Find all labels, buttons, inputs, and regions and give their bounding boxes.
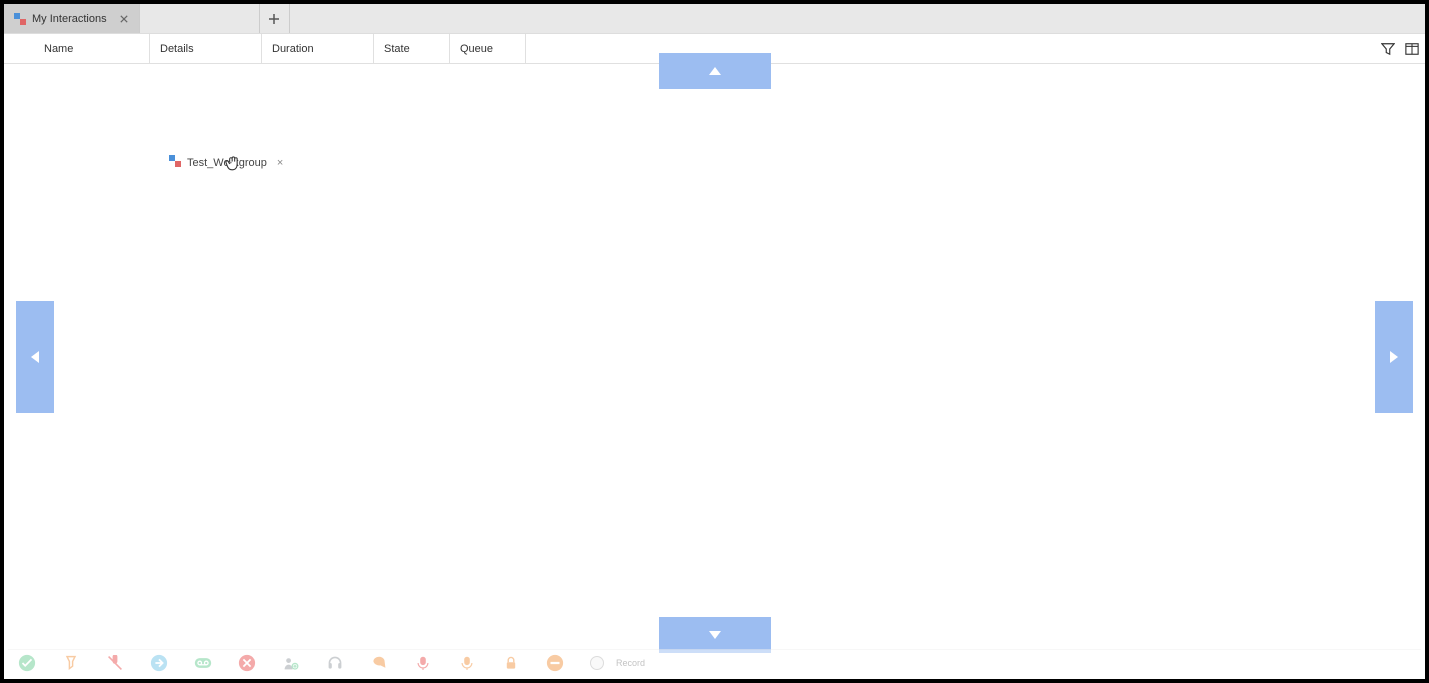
transfer-icon[interactable]: [150, 654, 168, 672]
record-indicator: [590, 656, 604, 670]
dock-bottom-button[interactable]: [659, 617, 771, 653]
pickup-icon[interactable]: [18, 654, 36, 672]
voicemail-icon[interactable]: [194, 654, 212, 672]
columns-icon[interactable]: [1403, 40, 1421, 58]
close-icon[interactable]: [119, 14, 129, 24]
record-icon[interactable]: [414, 654, 432, 672]
column-header-name[interactable]: Name: [4, 34, 150, 63]
add-tab-button[interactable]: [260, 4, 290, 33]
record-label: Record: [616, 658, 645, 668]
column-header-details[interactable]: Details: [150, 34, 262, 63]
column-label: Queue: [460, 43, 493, 55]
tab-empty-slot: [140, 4, 260, 33]
tab-label: My Interactions: [32, 13, 107, 25]
mute-icon[interactable]: [106, 654, 124, 672]
tab-bar: My Interactions: [4, 4, 1425, 34]
hold-icon[interactable]: [62, 654, 80, 672]
column-label: Name: [44, 43, 73, 55]
column-label: Duration: [272, 43, 314, 55]
pause-record-icon[interactable]: [458, 654, 476, 672]
dock-right-button[interactable]: [1375, 301, 1413, 413]
join-icon[interactable]: [282, 654, 300, 672]
interactions-icon: [14, 13, 26, 25]
listen-icon[interactable]: [326, 654, 344, 672]
interactions-icon: [169, 155, 181, 170]
close-icon[interactable]: ×: [277, 157, 283, 169]
disconnect-icon[interactable]: [238, 654, 256, 672]
column-header-queue[interactable]: Queue: [450, 34, 526, 63]
coach-icon[interactable]: [370, 654, 388, 672]
dnd-icon[interactable]: [546, 654, 564, 672]
column-label: Details: [160, 43, 194, 55]
tab-my-interactions[interactable]: My Interactions: [4, 4, 140, 33]
cursor-grab-icon: [223, 154, 243, 174]
bottom-toolbar: Record: [8, 649, 1421, 675]
dock-left-button[interactable]: [16, 301, 54, 413]
column-header-state[interactable]: State: [374, 34, 450, 63]
dock-top-button[interactable]: [659, 53, 771, 89]
filter-icon[interactable]: [1379, 40, 1397, 58]
column-header-duration[interactable]: Duration: [262, 34, 374, 63]
private-icon[interactable]: [502, 654, 520, 672]
column-label: State: [384, 43, 410, 55]
main-content-area: Test_Workgroup ×: [8, 68, 1421, 645]
